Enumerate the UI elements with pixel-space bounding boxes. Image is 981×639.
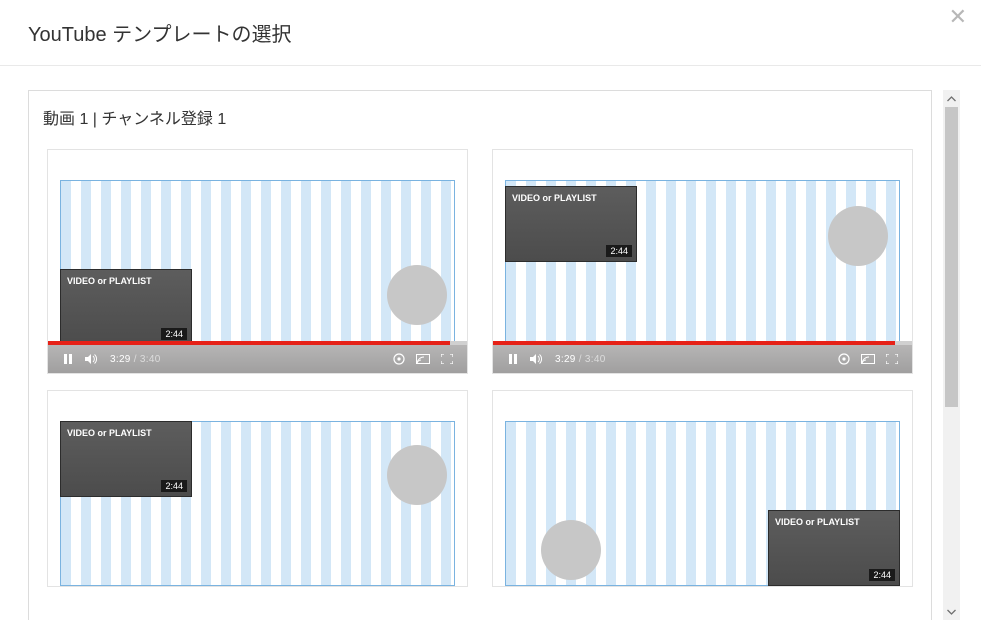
duration-time: 3:40 xyxy=(140,354,161,365)
template-stage: VIDEO or PLAYLIST 2:44 xyxy=(48,391,467,586)
volume-icon[interactable] xyxy=(529,351,545,367)
channel-avatar xyxy=(828,206,888,266)
template-panel: 動画 1 | チャンネル登録 1 VIDEO or PLAYLIST 2:44 xyxy=(28,90,932,620)
thumbnail-duration: 2:44 xyxy=(606,245,632,257)
thumbnail-label: VIDEO or PLAYLIST xyxy=(775,517,860,527)
template-picker-dialog: ✕ YouTube テンプレートの選択 動画 1 | チャンネル登録 1 VID… xyxy=(0,0,981,639)
time-display: 3:29 / 3:40 xyxy=(555,354,606,365)
template-card[interactable]: VIDEO or PLAYLIST 2:44 xyxy=(47,149,468,374)
cast-icon[interactable] xyxy=(860,351,876,367)
template-card[interactable]: VIDEO or PLAYLIST 2:44 xyxy=(492,390,913,587)
template-grid: VIDEO or PLAYLIST 2:44 xyxy=(29,141,931,595)
player-controls: 3:29 / 3:40 xyxy=(48,345,467,373)
duration-time: 3:40 xyxy=(585,354,606,365)
scrollbar-thumb[interactable] xyxy=(945,107,958,407)
volume-icon[interactable] xyxy=(84,351,100,367)
channel-avatar xyxy=(387,265,447,325)
close-icon[interactable]: ✕ xyxy=(949,6,967,28)
time-display: 3:29 / 3:40 xyxy=(110,354,161,365)
pause-icon[interactable] xyxy=(505,351,521,367)
template-card[interactable]: VIDEO or PLAYLIST 2:44 xyxy=(492,149,913,374)
fullscreen-icon[interactable] xyxy=(439,351,455,367)
thumbnail-label: VIDEO or PLAYLIST xyxy=(512,193,597,203)
pause-icon[interactable] xyxy=(60,351,76,367)
section-title: 動画 1 | チャンネル登録 1 xyxy=(29,91,931,141)
video-thumbnail: VIDEO or PLAYLIST 2:44 xyxy=(768,510,900,586)
thumbnail-label: VIDEO or PLAYLIST xyxy=(67,276,152,286)
scroll-area: 動画 1 | チャンネル登録 1 VIDEO or PLAYLIST 2:44 xyxy=(28,90,960,620)
cast-icon[interactable] xyxy=(415,351,431,367)
elapsed-time: 3:29 xyxy=(555,354,576,365)
template-stage: VIDEO or PLAYLIST 2:44 xyxy=(493,150,912,345)
video-thumbnail: VIDEO or PLAYLIST 2:44 xyxy=(505,186,637,262)
settings-gear-icon[interactable] xyxy=(836,351,852,367)
video-thumbnail: VIDEO or PLAYLIST 2:44 xyxy=(60,421,192,497)
dialog-content: 動画 1 | チャンネル登録 1 VIDEO or PLAYLIST 2:44 xyxy=(0,66,981,620)
channel-avatar xyxy=(541,520,601,580)
vertical-scrollbar[interactable] xyxy=(943,90,960,620)
template-stage: VIDEO or PLAYLIST 2:44 xyxy=(48,150,467,345)
video-thumbnail: VIDEO or PLAYLIST 2:44 xyxy=(60,269,192,345)
thumbnail-duration: 2:44 xyxy=(161,480,187,492)
player-controls: 3:29 / 3:40 xyxy=(493,345,912,373)
settings-gear-icon[interactable] xyxy=(391,351,407,367)
thumbnail-duration: 2:44 xyxy=(869,569,895,581)
dialog-title: YouTube テンプレートの選択 xyxy=(0,0,981,66)
thumbnail-label: VIDEO or PLAYLIST xyxy=(67,428,152,438)
template-card[interactable]: VIDEO or PLAYLIST 2:44 xyxy=(47,390,468,587)
fullscreen-icon[interactable] xyxy=(884,351,900,367)
thumbnail-duration: 2:44 xyxy=(161,328,187,340)
scroll-down-icon[interactable] xyxy=(943,603,960,620)
scroll-up-icon[interactable] xyxy=(943,90,960,107)
channel-avatar xyxy=(387,445,447,505)
elapsed-time: 3:29 xyxy=(110,354,131,365)
template-stage: VIDEO or PLAYLIST 2:44 xyxy=(493,391,912,586)
